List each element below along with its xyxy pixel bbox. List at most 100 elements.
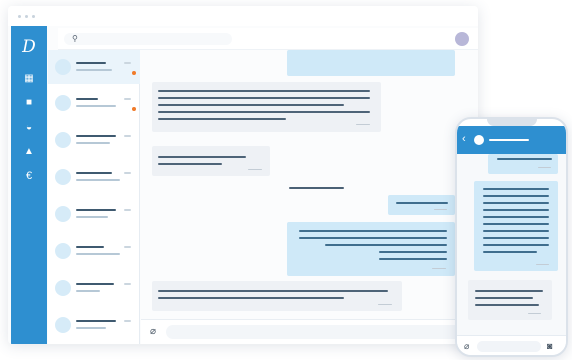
calendar-icon[interactable]: ▦ <box>21 71 37 87</box>
message-thread <box>141 50 478 344</box>
mobile-phone: ‹ ⌀ ◙ <box>455 117 568 357</box>
message-text-line <box>483 223 549 225</box>
incoming-message <box>468 280 552 320</box>
message-preview-line <box>76 69 112 71</box>
message-text-line <box>379 258 447 260</box>
mobile-chat-header: ‹ <box>457 126 566 154</box>
search-input[interactable]: ⚲ <box>64 33 232 45</box>
message-preview-line <box>76 105 116 107</box>
contact-avatar <box>55 243 71 259</box>
message-text-line <box>483 230 549 232</box>
message-timestamp-line <box>528 313 541 314</box>
message-timestamp-line <box>434 209 447 210</box>
attachment-icon[interactable]: ⌀ <box>150 326 156 338</box>
message-text-line <box>379 251 447 253</box>
message-timestamp-line <box>248 169 262 170</box>
marketing-illustration: D ▦ ■ ◒ ▲ € ⚲ ⌀ ‹ ⌀ ◙ <box>0 0 572 360</box>
contact-avatar <box>55 206 71 222</box>
conversation-item[interactable] <box>48 160 140 194</box>
timestamp-line <box>124 320 131 322</box>
mobile-message-thread <box>457 154 566 335</box>
message-text-line <box>158 118 286 120</box>
conversation-item[interactable] <box>48 234 140 268</box>
incoming-message <box>152 82 381 132</box>
outgoing-message <box>474 181 558 271</box>
contact-name-line <box>76 283 114 285</box>
contact-name-line <box>76 320 116 322</box>
message-timestamp-line <box>356 124 370 125</box>
message-text-line <box>299 230 447 232</box>
camera-icon[interactable]: ◙ <box>547 340 552 352</box>
timestamp-line <box>124 135 131 137</box>
search-icon: ⚲ <box>72 34 78 43</box>
back-arrow-icon[interactable]: ‹ <box>462 132 466 146</box>
conversation-item[interactable] <box>48 86 140 120</box>
message-timestamp-line <box>538 167 551 168</box>
message-preview-line <box>76 327 106 329</box>
attachment-icon[interactable]: ⌀ <box>464 340 469 352</box>
message-input[interactable] <box>477 341 541 352</box>
outgoing-message <box>388 195 455 215</box>
message-preview-line <box>76 253 120 255</box>
contact-name-line <box>489 139 529 141</box>
conversation-item[interactable] <box>48 308 140 342</box>
message-timestamp-line <box>432 268 446 269</box>
incoming-message <box>152 146 270 176</box>
message-text-line <box>475 297 533 299</box>
bell-icon[interactable]: ▲ <box>21 144 37 160</box>
message-composer: ⌀ <box>141 319 478 344</box>
contact-name-line <box>76 62 106 64</box>
timestamp-line <box>124 246 131 248</box>
message-text-line <box>483 209 549 211</box>
message-text-line <box>158 163 222 165</box>
message-preview-line <box>76 290 100 292</box>
conversation-item[interactable] <box>48 123 140 157</box>
message-preview-line <box>76 216 108 218</box>
phone-notch <box>487 119 537 126</box>
message-text-line <box>299 237 447 239</box>
contact-avatar <box>55 132 71 148</box>
timestamp-line <box>124 283 131 285</box>
inbox-icon[interactable]: ◒ <box>21 120 37 136</box>
contact-avatar <box>55 280 71 296</box>
window-dot[interactable] <box>32 15 35 18</box>
message-timestamp-line <box>378 304 392 305</box>
timestamp-line <box>124 62 131 64</box>
timestamp-line <box>124 98 131 100</box>
contact-name-line <box>76 172 112 174</box>
message-text-line <box>483 251 537 253</box>
message-preview-line <box>76 142 110 144</box>
date-separator <box>289 187 344 189</box>
message-text-line <box>483 195 549 197</box>
message-text-line <box>158 111 370 113</box>
message-text-line <box>158 104 344 106</box>
contact-avatar <box>55 95 71 111</box>
conversation-item[interactable] <box>48 271 140 305</box>
contact-name-line <box>76 98 98 100</box>
mobile-composer: ⌀ ◙ <box>457 335 566 355</box>
euro-icon[interactable]: € <box>21 168 37 184</box>
message-text-line <box>483 188 549 190</box>
message-text-line <box>396 202 448 204</box>
conversation-item[interactable] <box>48 50 140 84</box>
video-icon[interactable]: ■ <box>21 95 37 111</box>
message-text-line <box>325 244 447 246</box>
message-input[interactable] <box>166 325 471 339</box>
conversation-item[interactable] <box>48 197 140 231</box>
window-dot[interactable] <box>25 15 28 18</box>
outgoing-message <box>488 154 558 174</box>
message-text-line <box>158 90 370 92</box>
timestamp-line <box>124 172 131 174</box>
conversation-list <box>48 50 140 344</box>
message-text-line <box>483 237 549 239</box>
window-dot[interactable] <box>18 15 21 18</box>
contact-avatar <box>474 135 484 145</box>
user-avatar[interactable] <box>455 32 469 46</box>
contact-avatar <box>55 317 71 333</box>
outgoing-message <box>287 222 455 276</box>
window-titlebar <box>8 6 478 26</box>
message-text-line <box>158 297 344 299</box>
message-timestamp-line <box>536 264 549 265</box>
message-text-line <box>497 158 552 160</box>
search-bar: ⚲ <box>58 28 478 50</box>
